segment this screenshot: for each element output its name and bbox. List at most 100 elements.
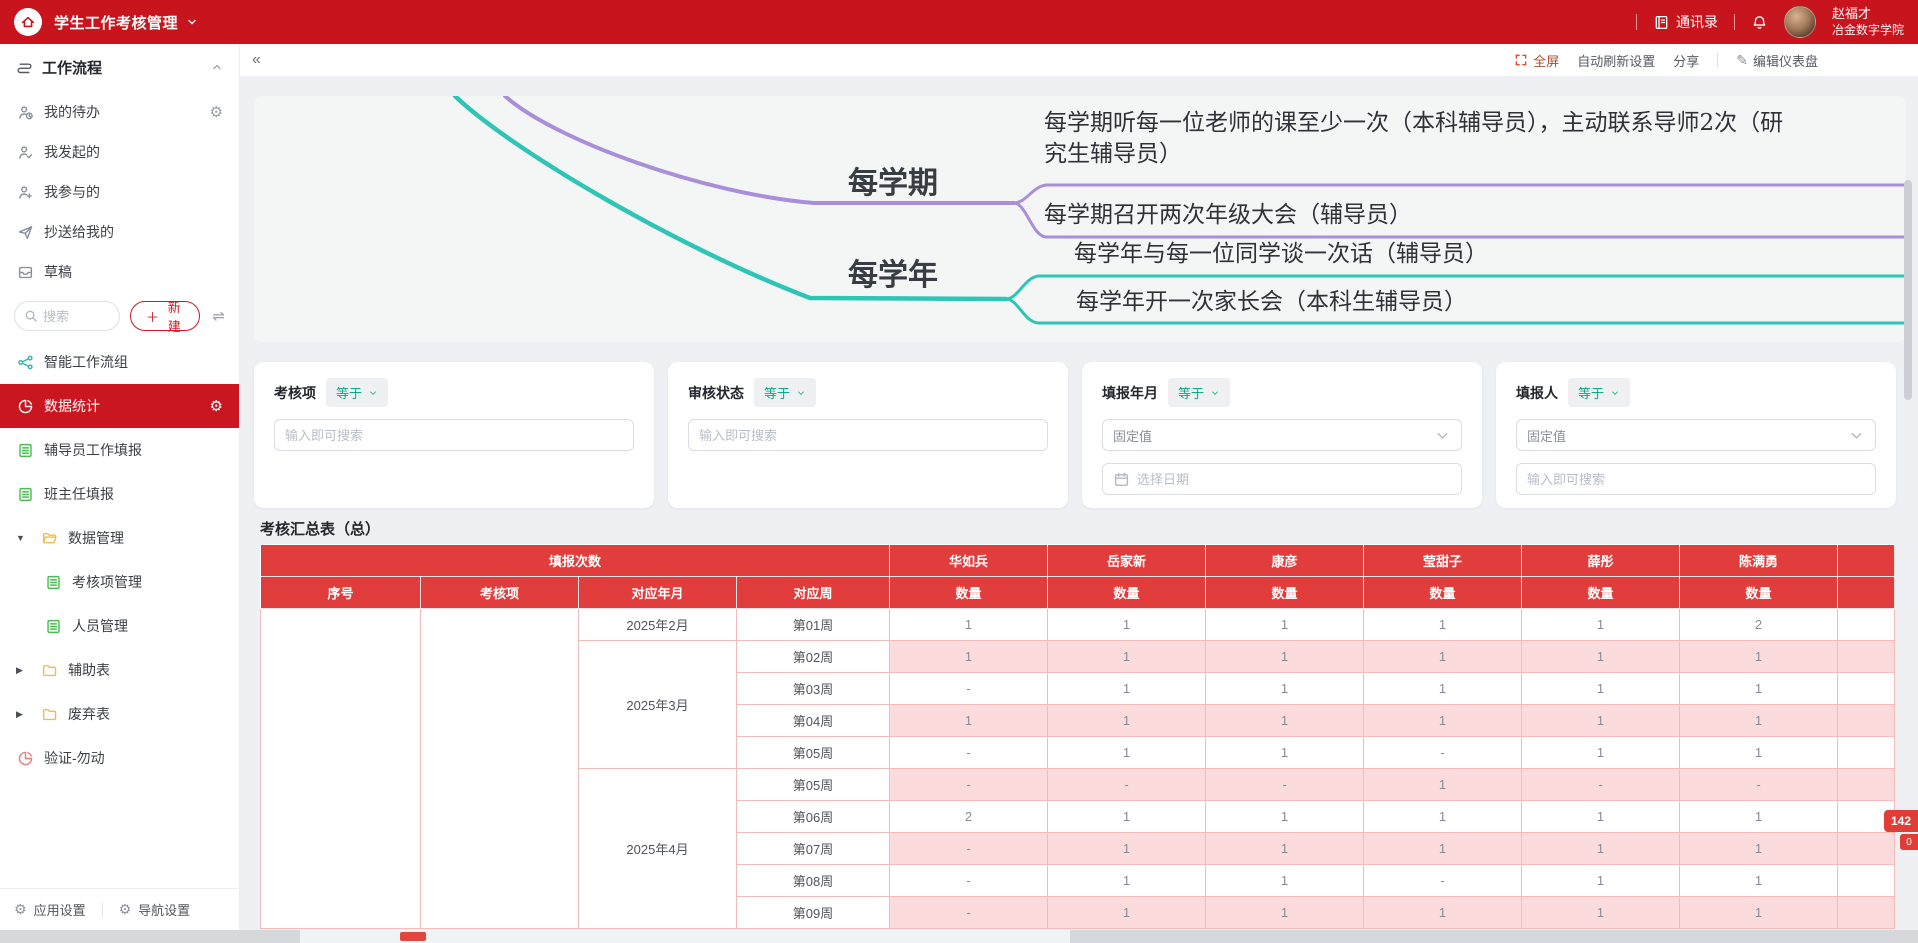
home-icon[interactable] [14,8,42,36]
new-button[interactable]: ＋新建 [130,301,200,331]
mindmap-leaf-semester-2[interactable]: 每学期召开两次年级大会（辅导员） [1044,200,1412,231]
mindmap-node-year[interactable]: 每学年 [848,250,938,294]
app-settings-button[interactable]: ⚙应用设置 [14,900,86,919]
reporter-search-field[interactable] [1516,463,1876,495]
main-area: « 全屏 自动刷新设置 分享 ✎ 编辑仪表盘 [240,44,1918,930]
value-cell: 1 [1206,801,1364,833]
value-cell: 1 [1364,641,1522,673]
nav-settings-button[interactable]: ⚙导航设置 [119,900,191,919]
value-cell: 1 [1048,897,1206,929]
value-cell: 1 [1522,865,1680,897]
filter-row: 考核项等于审核状态等于填报年月等于固定值填报人等于固定值 [254,362,1896,508]
summary-table[interactable]: 填报次数华如兵岳家新康彦莹甜子薛彤陈满勇序号考核项对应年月对应周数量数量数量数量… [260,544,1895,929]
assessment-item-search-field[interactable] [274,419,634,451]
reporter-value-select[interactable]: 固定值 [1516,419,1876,451]
month-cell: 2025年2月 [579,609,737,641]
value-cell: 1 [1206,673,1364,705]
notifications-button[interactable] [1751,14,1768,31]
edit-dashboard-button[interactable]: ✎ 编辑仪表盘 [1736,51,1818,70]
person-column-header: 薛彤 [1522,545,1680,577]
mindmap-leaf-year-2[interactable]: 每学年开一次家长会（本科生辅导员） [1076,287,1467,318]
collapse-sidebar-icon[interactable]: « [248,51,265,69]
caret-right-icon[interactable]: ▶ [16,709,30,720]
auto-refresh-button[interactable]: 自动刷新设置 [1577,51,1655,70]
sidebar-item-verify-do-not-touch[interactable]: 验证-勿动 [0,736,239,780]
bell-icon [1751,14,1768,31]
value-cell: - [890,833,1048,865]
chevron-down-icon [796,388,806,398]
report-month-date-input[interactable] [1137,472,1451,487]
user-info[interactable]: 赵福才 冶金数字学院 [1832,6,1904,37]
filter-card-assessment-item: 考核项等于 [254,362,654,508]
value-cell: 1 [1364,833,1522,865]
filter-card-report-month: 填报年月等于固定值 [1082,362,1482,508]
assessment-item-search-input[interactable] [285,428,623,443]
app-switcher-chevron-icon[interactable] [186,16,198,28]
operator-dropdown[interactable]: 等于 [754,378,816,407]
value-cell: 1 [1048,705,1206,737]
sidebar-item-cc-to-me[interactable]: 抄送给我的 [0,212,239,252]
review-status-search-field[interactable] [688,419,1048,451]
chevron-down-icon [1848,427,1865,444]
operator-dropdown[interactable]: 等于 [1168,378,1230,407]
swap-icon[interactable]: ⇌ [212,307,225,325]
sidebar-item-head-teacher-report[interactable]: 班主任填报 [0,472,239,516]
draft-icon [16,264,34,281]
sidebar-item-drafts[interactable]: 草稿 [0,252,239,292]
table-title: 考核汇总表（总） [260,518,380,539]
value-cell: 1 [1048,737,1206,769]
week-cell: 第07周 [737,833,890,865]
sidebar-item-my-participated[interactable]: 我参与的 [0,172,239,212]
caret-right-icon[interactable]: ▶ [16,665,30,676]
pie-icon [16,750,34,767]
reporter-search-input[interactable] [1527,472,1865,487]
report-month-value-select[interactable]: 固定值 [1102,419,1462,451]
mindmap-panel[interactable]: 每学期 每学年 每学期听每一位老师的课至少一次（本科辅导员），主动联系导师2次（… [254,96,1906,342]
share-button[interactable]: 分享 [1673,51,1699,70]
report-month-date-picker[interactable] [1102,463,1462,495]
sidebar-header: 工作流程 [0,44,239,90]
mindmap-leaf-year-1[interactable]: 每学年与每一位同学谈一次话（辅导员） [1074,239,1488,270]
value-cell-partial [1838,673,1895,705]
value-cell: 1 [1680,897,1838,929]
sidebar-item-smart-workflow-group[interactable]: 智能工作流组 [0,340,239,384]
app-window: 学生工作考核管理 通讯录 赵福才 冶金数字学院 工作流程 [0,0,1918,943]
contacts-book-icon [1653,14,1670,31]
workflow-panel-icon [16,59,33,76]
app-title: 学生工作考核管理 [54,12,178,33]
sidebar-item-discarded-table[interactable]: ▶废弃表 [0,692,239,736]
sidebar-item-counselor-work-report[interactable]: 辅导员工作填报 [0,428,239,472]
vertical-scrollbar[interactable] [1904,180,1912,400]
sidebar-item-data-management[interactable]: ▼数据管理 [0,516,239,560]
person-clock-icon [16,104,34,121]
user-avatar[interactable] [1784,6,1816,38]
fullscreen-button[interactable]: 全屏 [1514,51,1559,70]
notification-badge-secondary[interactable]: 0 [1900,834,1918,850]
review-status-search-input[interactable] [699,428,1037,443]
gear-icon[interactable]: ⚙ [210,397,223,415]
operator-dropdown[interactable]: 等于 [326,378,388,407]
sidebar-item-data-statistics[interactable]: 数据统计⚙ [0,384,239,428]
mindmap-node-semester[interactable]: 每学期 [848,158,938,202]
value-cell: - [1048,769,1206,801]
horizontal-scrollbar[interactable] [0,930,1918,943]
mindmap-leaf-semester-1[interactable]: 每学期听每一位老师的课至少一次（本科辅导员），主动联系导师2次（研 究生辅导员） [1044,108,1783,170]
sidebar-item-label: 辅导员工作填报 [44,440,142,460]
topbar-divider [1734,14,1735,30]
value-cell-partial [1838,705,1895,737]
sidebar-item-personnel-management[interactable]: 人员管理 [0,604,239,648]
sidebar: 工作流程 我的待办⚙我发起的我参与的抄送给我的草稿 ＋新建 ⇌ 智能工作流组数据统计⚙… [0,44,240,930]
gear-icon[interactable]: ⚙ [210,103,223,121]
notification-badge[interactable]: 142 [1884,810,1918,832]
chevron-up-icon[interactable] [211,61,223,73]
sidebar-item-auxiliary-table[interactable]: ▶辅助表 [0,648,239,692]
sidebar-item-my-initiated[interactable]: 我发起的 [0,132,239,172]
sidebar-item-my-todo[interactable]: 我的待办⚙ [0,92,239,132]
caret-down-icon[interactable]: ▼ [16,533,30,543]
operator-dropdown[interactable]: 等于 [1568,378,1630,407]
sidebar-item-assessment-item-management[interactable]: 考核项管理 [0,560,239,604]
month-cell: 2025年4月 [579,769,737,929]
value-cell-partial [1838,737,1895,769]
contacts-button[interactable]: 通讯录 [1653,12,1718,32]
value-cell: 1 [1680,737,1838,769]
